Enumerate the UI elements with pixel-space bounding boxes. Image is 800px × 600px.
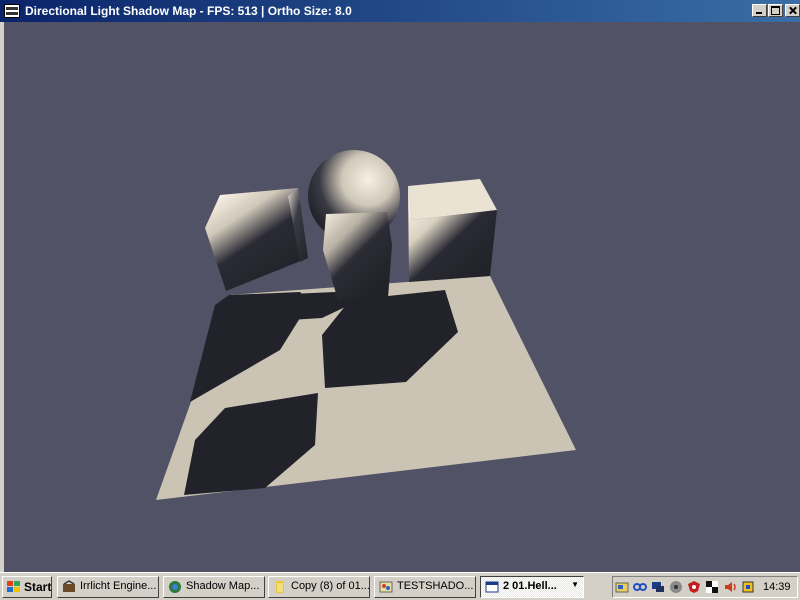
title-bar[interactable]: Directional Light Shadow Map - FPS: 513 … xyxy=(0,0,800,22)
browser-icon xyxy=(169,581,181,593)
tray-network-icon[interactable] xyxy=(651,580,665,594)
window-icon xyxy=(485,581,499,593)
window-title: Directional Light Shadow Map - FPS: 513 … xyxy=(25,4,352,18)
tray-app-icon[interactable] xyxy=(615,580,629,594)
start-button[interactable]: Start xyxy=(2,576,52,598)
start-label: Start xyxy=(24,580,52,594)
task-testshadow[interactable]: TESTSHADO... xyxy=(374,576,476,598)
tray-link-icon[interactable] xyxy=(633,580,647,594)
paint-icon xyxy=(379,581,393,593)
task-label: Irrlicht Engine... xyxy=(80,580,157,592)
task-shadow-map[interactable]: Shadow Map... xyxy=(163,576,265,598)
irrlicht-icon xyxy=(63,580,75,592)
tray-shield-icon[interactable] xyxy=(687,580,701,594)
shadow-map-scene xyxy=(156,150,576,500)
app-icon[interactable] xyxy=(4,4,20,18)
task-copy-folder[interactable]: Copy (8) of 01... xyxy=(268,576,370,598)
folder-icon xyxy=(276,581,284,593)
task-label: Copy (8) of 01... xyxy=(291,580,370,592)
tray-disc-icon[interactable] xyxy=(669,580,683,594)
close-button[interactable] xyxy=(785,4,800,17)
tray-volume-icon[interactable] xyxy=(723,580,737,594)
tray-chess-icon[interactable] xyxy=(705,580,719,594)
render-viewport[interactable] xyxy=(4,22,800,572)
task-hello-world[interactable]: 2 01.Hell... ▼ xyxy=(480,576,584,598)
taskbar: Start Irrlicht Engine... Shadow Map... C… xyxy=(0,572,800,600)
task-label: TESTSHADO... xyxy=(397,580,474,592)
task-label: 2 01.Hell... xyxy=(503,580,557,592)
maximize-button[interactable] xyxy=(768,4,783,17)
tray-gpu-icon[interactable] xyxy=(741,580,755,594)
system-tray: 14:39 xyxy=(612,576,798,598)
middle-box-front xyxy=(323,212,392,300)
task-label: Shadow Map... xyxy=(186,580,260,592)
windows-logo-icon xyxy=(7,581,21,593)
task-irrlicht[interactable]: Irrlicht Engine... xyxy=(57,576,159,598)
chevron-down-icon[interactable]: ▼ xyxy=(571,580,579,589)
minimize-button[interactable] xyxy=(752,4,767,17)
clock[interactable]: 14:39 xyxy=(763,581,791,593)
